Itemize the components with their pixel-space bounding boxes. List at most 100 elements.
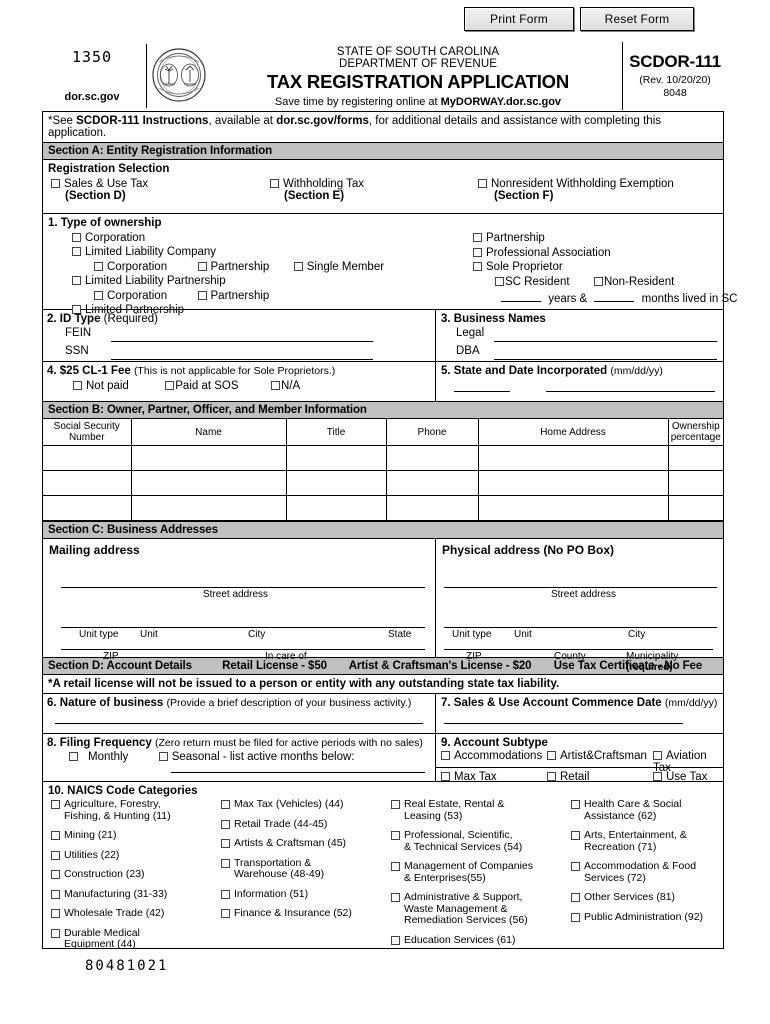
cell-phone[interactable]	[385, 445, 479, 471]
naics-option[interactable]: Other Services (81)	[571, 891, 723, 904]
naics-option[interactable]: Professional, Scientific, & Technical Se…	[391, 829, 569, 853]
filing-seasonal[interactable]: Seasonal - list active months below:	[158, 751, 355, 763]
checkbox-naics-option[interactable]	[391, 831, 400, 840]
naics-option[interactable]: Real Estate, Rental & Leasing (53)	[391, 798, 569, 822]
checkbox-naics-option[interactable]	[51, 889, 60, 899]
checkbox-aviation-tax[interactable]	[653, 751, 662, 760]
checkbox-na[interactable]	[270, 381, 280, 390]
naics-option[interactable]: Finance & Insurance (52)	[221, 907, 383, 920]
checkbox-naics-option[interactable]	[391, 935, 400, 945]
cell-home-address[interactable]	[477, 445, 669, 471]
checkbox-llp-corporation[interactable]	[94, 290, 103, 300]
checkbox-llc-corporation[interactable]	[94, 261, 103, 271]
dba-name-input[interactable]	[494, 359, 717, 360]
ownership-llp-partnership[interactable]: Partnership	[197, 290, 269, 302]
checkbox-naics-option[interactable]	[571, 893, 580, 902]
checkbox-naics-option[interactable]	[51, 800, 60, 809]
naics-option[interactable]: Artists & Craftsman (45)	[221, 837, 383, 850]
checkbox-naics-option[interactable]	[221, 839, 230, 848]
cell-ssn[interactable]	[43, 495, 132, 521]
ownership-llc-corporation[interactable]: Corporation	[94, 261, 167, 273]
checkbox-naics-option[interactable]	[391, 800, 400, 809]
checkbox-sc-resident[interactable]	[495, 276, 504, 286]
cell-ownership-percentage[interactable]	[667, 445, 723, 471]
checkbox-sales-use-tax[interactable]	[51, 179, 60, 188]
cl1-paid-at-sos[interactable]: Paid at SOS	[165, 380, 239, 392]
ownership-sc-resident[interactable]: SC Resident	[495, 276, 570, 288]
physical-street-input[interactable]	[444, 587, 717, 588]
commence-date-input[interactable]	[444, 723, 683, 724]
cell-title[interactable]	[285, 470, 387, 496]
cell-ssn[interactable]	[43, 445, 132, 471]
naics-option[interactable]: Administrative & Support, Waste Manageme…	[391, 891, 569, 927]
checkbox-corporation[interactable]	[72, 232, 81, 242]
cell-name[interactable]	[130, 495, 287, 521]
checkbox-professional-association[interactable]	[473, 247, 482, 257]
incorporated-state-input[interactable]	[454, 391, 510, 392]
ssn-input[interactable]	[111, 359, 373, 360]
naics-option[interactable]: Education Services (61)	[391, 934, 569, 947]
cell-phone[interactable]	[385, 495, 479, 521]
naics-option[interactable]: Public Administration (92)	[571, 911, 723, 924]
checkbox-use-tax[interactable]	[653, 772, 662, 781]
reset-form-button[interactable]: Reset Form	[580, 7, 694, 31]
checkbox-naics-option[interactable]	[391, 862, 400, 871]
checkbox-retail[interactable]	[547, 772, 556, 781]
naics-option[interactable]: Max Tax (Vehicles) (44)	[221, 798, 383, 811]
naics-option[interactable]: Mining (21)	[51, 829, 219, 842]
months-lived-input[interactable]	[594, 301, 635, 302]
ownership-corporation[interactable]: Corporation	[48, 231, 468, 246]
ownership-llc-single-member[interactable]: Single Member	[293, 261, 384, 273]
checkbox-limited-liability-company[interactable]	[72, 247, 81, 256]
subtype-accommodations[interactable]: Accommodations	[441, 750, 542, 762]
checkbox-naics-option[interactable]	[51, 831, 60, 840]
checkbox-naics-option[interactable]	[391, 893, 400, 902]
physical-unit-city-inputs[interactable]	[444, 627, 717, 628]
checkbox-sole-proprietor[interactable]	[473, 262, 482, 271]
mailing-zip-incareof-inputs[interactable]	[61, 649, 425, 650]
filing-monthly[interactable]: Monthly	[69, 751, 128, 763]
checkbox-paid-at-sos[interactable]	[165, 381, 175, 390]
checkbox-not-paid[interactable]	[73, 381, 82, 390]
checkbox-llc-single-member[interactable]	[293, 261, 303, 271]
cell-phone[interactable]	[385, 470, 479, 496]
incorporated-date-input[interactable]	[546, 391, 715, 392]
ownership-non-resident[interactable]: Non-Resident	[593, 276, 674, 288]
naics-option[interactable]: Management of Companies & Enterprises(55…	[391, 860, 569, 884]
checkbox-naics-option[interactable]	[571, 831, 580, 840]
checkbox-naics-option[interactable]	[571, 862, 580, 871]
naics-option[interactable]: Accommodation & Food Services (72)	[571, 860, 723, 884]
checkbox-naics-option[interactable]	[571, 800, 580, 809]
checkbox-naics-option[interactable]	[221, 889, 230, 899]
checkbox-nonresident-withholding-exemption[interactable]	[478, 179, 487, 188]
naics-option[interactable]: Retail Trade (44-45)	[221, 818, 383, 831]
cl1-na[interactable]: N/A	[270, 380, 300, 392]
cell-title[interactable]	[285, 495, 387, 521]
legal-name-input[interactable]	[494, 341, 717, 342]
physical-zip-county-municipality-inputs[interactable]	[444, 649, 713, 650]
cell-name[interactable]	[130, 470, 287, 496]
checkbox-naics-option[interactable]	[221, 819, 230, 829]
checkbox-accommodations[interactable]	[441, 751, 450, 760]
cell-name[interactable]	[130, 445, 287, 471]
cell-title[interactable]	[285, 445, 387, 471]
ownership-professional-association[interactable]: Professional Association	[473, 246, 723, 261]
checkbox-naics-option[interactable]	[51, 870, 60, 879]
years-lived-input[interactable]	[501, 301, 541, 302]
checkbox-llc-partnership[interactable]	[197, 261, 207, 271]
checkbox-artist-craftsman[interactable]	[547, 751, 556, 760]
checkbox-partnership[interactable]	[473, 233, 482, 242]
naics-option[interactable]: Manufacturing (31-33)	[51, 888, 219, 901]
checkbox-seasonal[interactable]	[158, 752, 168, 761]
cell-ownership-percentage[interactable]	[667, 470, 723, 496]
reg-option-withholding-tax[interactable]: Withholding Tax (Section E)	[270, 178, 364, 202]
ownership-llc-partnership[interactable]: Partnership	[197, 261, 269, 273]
checkbox-naics-option[interactable]	[51, 909, 60, 918]
checkbox-limited-liability-partnership[interactable]	[72, 276, 81, 285]
naics-option[interactable]: Construction (23)	[51, 868, 219, 881]
checkbox-naics-option[interactable]	[221, 909, 230, 918]
ownership-llp-corporation[interactable]: Corporation	[94, 290, 167, 302]
naics-option[interactable]: Utilities (22)	[51, 849, 219, 862]
ownership-sole-proprietor[interactable]: Sole Proprietor	[473, 260, 723, 275]
ownership-limited-liability-company[interactable]: Limited Liability Company	[48, 245, 468, 260]
